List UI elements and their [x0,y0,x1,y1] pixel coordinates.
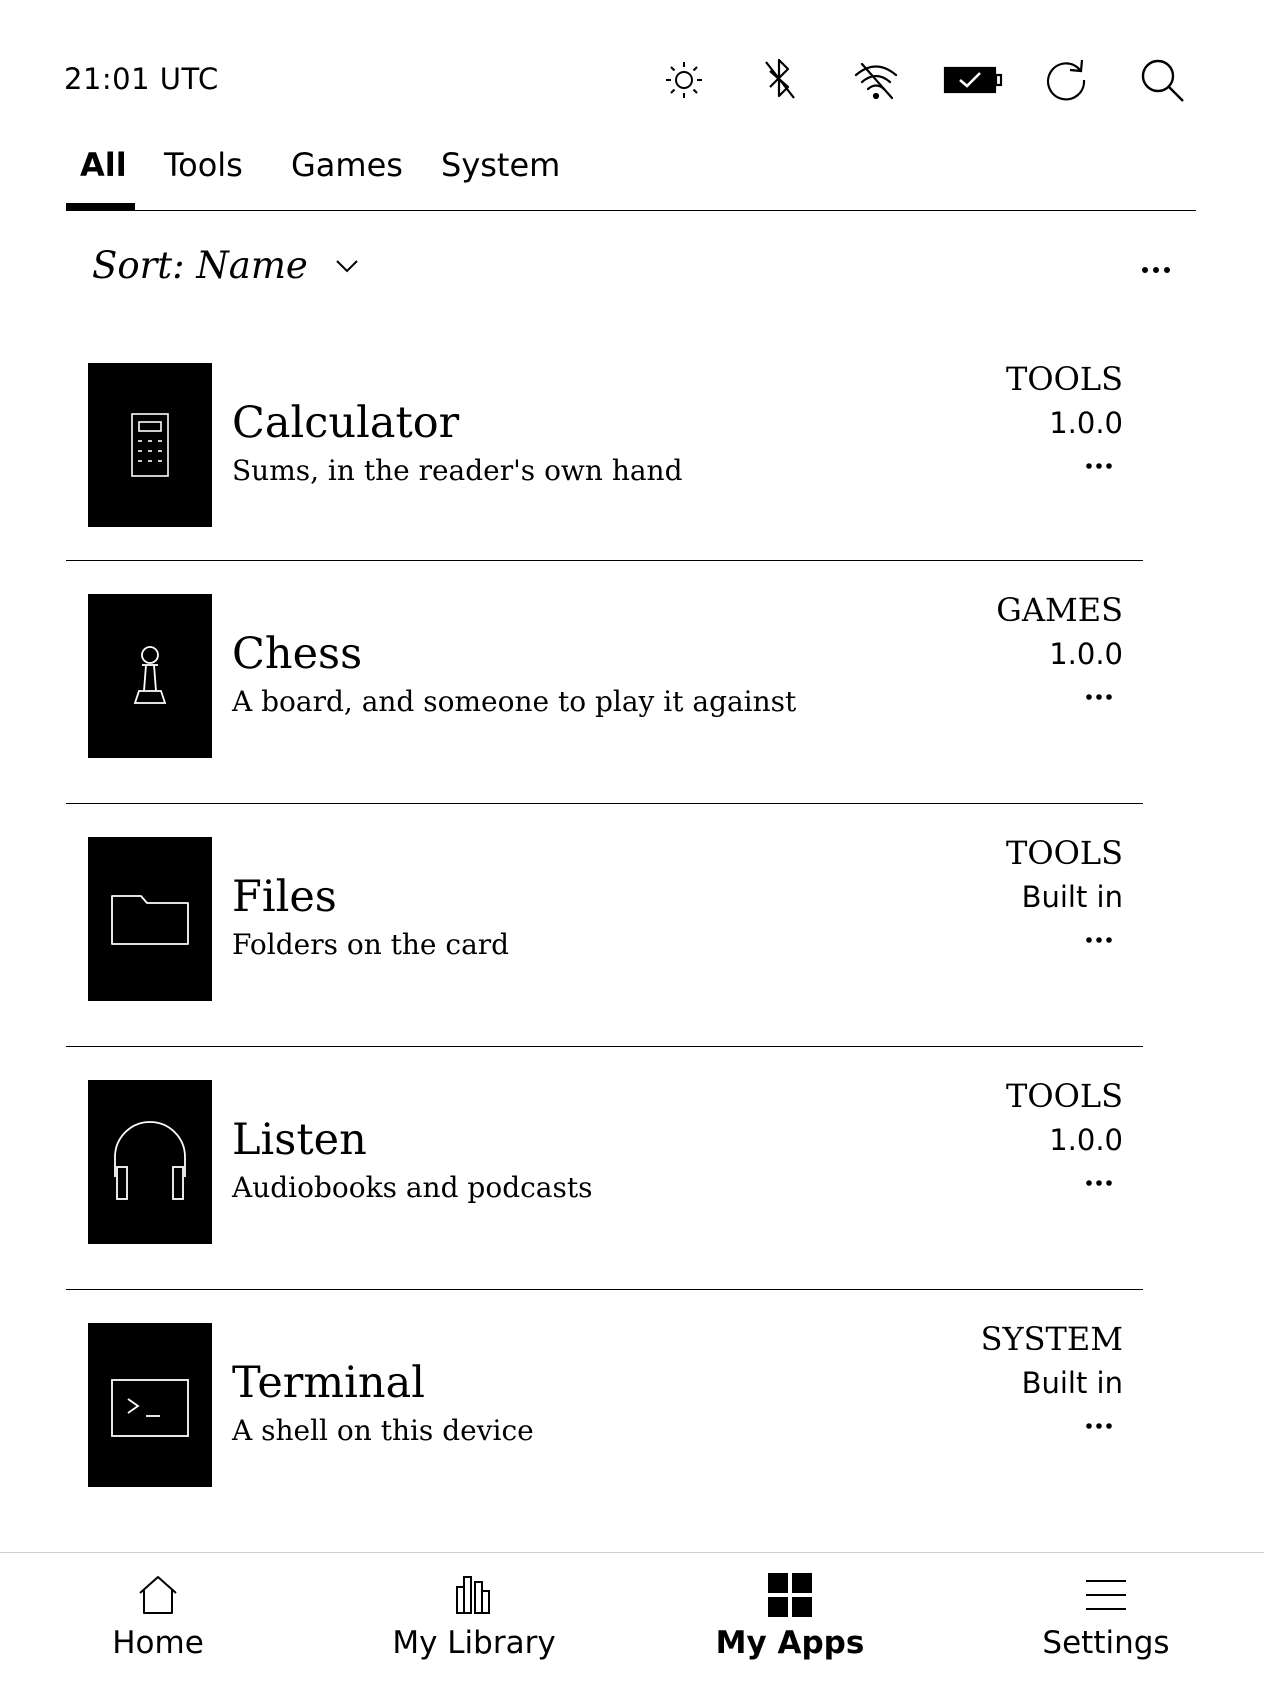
tab-games[interactable]: Games [291,146,403,184]
category-tabs: All Tools Games System [66,0,1196,211]
app-name: Terminal [232,1358,425,1408]
app-version: 1.0.0 [1049,1123,1123,1157]
app-name: Listen [232,1115,367,1165]
sort-label: Sort: Name [92,244,308,287]
folder-icon [88,837,212,1001]
app-row-terminal[interactable]: Terminal A shell on this device SYSTEM B… [66,1289,1143,1532]
app-row-listen[interactable]: Listen Audiobooks and podcasts TOOLS 1.0… [66,1046,1143,1289]
more-options-icon[interactable] [1083,1410,1115,1442]
home-icon [132,1569,184,1621]
app-category: TOOLS [1006,1077,1123,1115]
tab-system[interactable]: System [441,146,560,184]
nav-label: My Apps [715,1625,865,1661]
app-name: Chess [232,629,363,679]
app-category: TOOLS [1006,360,1123,398]
app-version: Built in [1021,1366,1123,1400]
nav-my-library[interactable]: My Library [316,1553,632,1681]
tabs-divider [66,210,1196,211]
app-description: Sums, in the reader's own hand [232,454,683,487]
app-row-files[interactable]: Files Folders on the card TOOLS Built in [66,803,1143,1046]
more-options-icon[interactable] [1138,252,1174,288]
apps-grid-icon [764,1569,816,1621]
app-category: SYSTEM [980,1320,1123,1358]
terminal-icon [88,1323,212,1487]
nav-settings[interactable]: Settings [948,1553,1264,1681]
app-version: 1.0.0 [1049,406,1123,440]
bottom-navigation: Home My Library My Apps Settings [0,1552,1264,1681]
app-category: GAMES [996,591,1123,629]
more-options-icon[interactable] [1083,924,1115,956]
app-description: Folders on the card [232,928,510,961]
chevron-down-icon [336,259,358,272]
more-options-icon[interactable] [1083,450,1115,482]
tab-tools[interactable]: Tools [164,146,243,184]
app-version: 1.0.0 [1049,637,1123,671]
app-name: Calculator [232,398,460,448]
nav-my-apps[interactable]: My Apps [632,1553,948,1681]
sort-dropdown[interactable]: Sort: Name [92,244,360,287]
app-version: Built in [1021,880,1123,914]
nav-label: My Library [392,1625,556,1661]
app-row-chess[interactable]: Chess A board, and someone to play it ag… [66,560,1143,803]
app-category: TOOLS [1006,834,1123,872]
nav-label: Settings [1042,1625,1170,1661]
more-options-icon[interactable] [1083,681,1115,713]
app-description: Audiobooks and podcasts [232,1171,593,1204]
nav-label: Home [112,1625,204,1661]
active-tab-indicator [66,203,135,210]
menu-icon [1080,1569,1132,1621]
app-description: A shell on this device [232,1414,534,1447]
nav-home[interactable]: Home [0,1553,316,1681]
library-icon [448,1569,500,1621]
headphones-icon [88,1080,212,1244]
app-list: Calculator Sums, in the reader's own han… [66,330,1143,1532]
tab-all[interactable]: All [80,146,127,184]
app-row-calculator[interactable]: Calculator Sums, in the reader's own han… [66,330,1143,560]
calculator-icon [88,363,212,527]
chess-pawn-icon [88,594,212,758]
more-options-icon[interactable] [1083,1167,1115,1199]
app-description: A board, and someone to play it against [232,685,797,718]
app-name: Files [232,872,337,922]
